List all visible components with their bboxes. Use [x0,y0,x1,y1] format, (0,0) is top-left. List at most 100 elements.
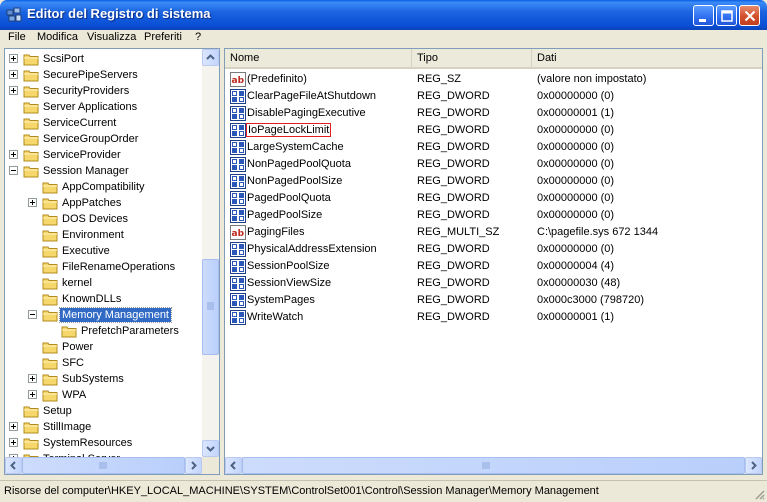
binary-value-icon [230,89,246,104]
tree-item[interactable]: ServiceCurrent [5,115,202,131]
scroll-up-button[interactable] [202,49,219,66]
column-header-type[interactable]: Tipo [412,49,532,67]
tree-item[interactable]: StillImage [5,419,202,435]
expand-icon[interactable] [9,70,18,79]
menu-help[interactable]: ? [195,31,201,43]
expand-icon[interactable] [28,374,37,383]
tree-item[interactable]: Environment [5,227,202,243]
tree-item[interactable]: SFC [5,355,202,371]
tree-horizontal-scrollbar[interactable] [5,457,202,474]
binary-value-icon [230,174,246,189]
title-bar[interactable]: Editor del Registro di sistema [0,0,767,30]
value-type: REG_DWORD [417,90,490,102]
value-row[interactable]: IoPageLockLimit REG_DWORD 0x00000000 (0) [225,122,762,139]
tree-item-label: AppCompatibility [62,181,145,193]
expand-icon[interactable] [28,198,37,207]
value-name: SessionPoolSize [247,260,330,272]
tree-item[interactable]: SubSystems [5,371,202,387]
list-hscroll-thumb[interactable] [242,457,745,474]
tree-item[interactable]: ServiceGroupOrder [5,131,202,147]
tree-item[interactable]: DOS Devices [5,211,202,227]
tree-item[interactable]: Session Manager [5,163,202,179]
value-row[interactable]: WriteWatch REG_DWORD 0x00000001 (1) [225,309,762,326]
expand-icon[interactable] [9,150,18,159]
value-name: NonPagedPoolSize [247,175,343,187]
expand-icon[interactable] [9,438,18,447]
menu-visualizza[interactable]: Visualizza [87,31,136,43]
folder-icon [23,422,39,434]
scroll-left-button[interactable] [225,457,242,474]
collapse-icon[interactable] [28,310,37,319]
minimize-icon [699,19,706,22]
value-name: (Predefinito) [247,73,307,85]
value-row[interactable]: LargeSystemCache REG_DWORD 0x00000000 (0) [225,139,762,156]
column-header-name[interactable]: Nome [225,49,412,67]
tree-item[interactable]: AppCompatibility [5,179,202,195]
value-row[interactable]: SessionViewSize REG_DWORD 0x00000030 (48) [225,275,762,292]
value-row[interactable]: ab (Predefinito) REG_SZ (valore non imposta… [225,71,762,88]
value-row[interactable]: DisablePagingExecutive REG_DWORD 0x0000000… [225,105,762,122]
scroll-down-button[interactable] [202,440,219,457]
tree-scroll-thumb[interactable] [202,259,219,355]
binary-value-icon [230,242,246,257]
tree-item-label: SystemResources [43,437,133,449]
tree-item[interactable]: PrefetchParameters [5,323,202,339]
tree-item[interactable]: WPA [5,387,202,403]
value-data: 0x00000000 (0) [537,209,615,221]
minimize-button[interactable] [693,5,714,26]
tree-item[interactable]: Power [5,339,202,355]
value-row[interactable]: PagedPoolSize REG_DWORD 0x00000000 (0) [225,207,762,224]
tree-item[interactable]: ServiceProvider [5,147,202,163]
tree-item[interactable]: SecurityProviders [5,83,202,99]
expand-icon[interactable] [9,54,18,63]
tree-item[interactable]: SystemResources [5,435,202,451]
value-row[interactable]: NonPagedPoolQuota REG_DWORD 0x00000000 (0) [225,156,762,173]
tree-hscroll-thumb[interactable] [22,457,185,474]
tree-item[interactable]: FileRenameOperations [5,259,202,275]
menu-modifica[interactable]: Modifica [37,31,78,43]
close-button[interactable] [739,5,760,26]
scroll-left-button[interactable] [5,457,22,474]
key-tree-pane[interactable]: ScsiPort SecurePipeServers SecurityProvide… [4,48,220,475]
tree-item[interactable]: Server Applications [5,99,202,115]
tree-item[interactable]: KnownDLLs [5,291,202,307]
value-data: 0x00000000 (0) [537,243,615,255]
expand-icon[interactable] [28,390,37,399]
values-list-pane[interactable]: Nome Tipo Dati ab (Predefinito) REG_SZ (val… [224,48,763,475]
menu-file[interactable]: File [8,31,26,43]
value-row[interactable]: PhysicalAddressExtension REG_DWORD 0x00000… [225,241,762,258]
value-data: 0x00000030 (48) [537,277,621,289]
value-type: REG_DWORD [417,141,490,153]
value-row[interactable]: SystemPages REG_DWORD 0x000c3000 (798720) [225,292,762,309]
tree-item[interactable]: Setup [5,403,202,419]
menu-preferiti[interactable]: Preferiti [144,31,182,43]
expand-icon[interactable] [9,86,18,95]
value-row[interactable]: ClearPageFileAtShutdown REG_DWORD 0x000000… [225,88,762,105]
value-name-edit-field[interactable]: IoPageLockLimit [246,123,332,137]
collapse-icon[interactable] [9,166,18,175]
tree-item[interactable]: Memory Management [5,307,202,323]
value-row[interactable]: PagedPoolQuota REG_DWORD 0x00000000 (0) [225,190,762,207]
value-row[interactable]: ab PagingFiles REG_MULTI_SZ C:\pagefile.sys… [225,224,762,241]
svg-text:ab: ab [232,76,245,86]
scroll-right-button[interactable] [185,457,202,474]
maximize-button[interactable] [716,5,737,26]
tree-item[interactable]: Executive [5,243,202,259]
status-bar: Risorse del computer\HKEY_LOCAL_MACHINE\… [0,480,767,502]
tree-item[interactable]: AppPatches [5,195,202,211]
tree-vertical-scrollbar[interactable] [202,49,219,457]
tree-item[interactable]: kernel [5,275,202,291]
value-data: (valore non impostato) [537,73,647,85]
column-header-data[interactable]: Dati [532,49,762,67]
tree-item[interactable]: SecurePipeServers [5,67,202,83]
list-horizontal-scrollbar[interactable] [225,457,762,474]
value-row[interactable]: SessionPoolSize REG_DWORD 0x00000004 (4) [225,258,762,275]
value-row[interactable]: NonPagedPoolSize REG_DWORD 0x00000000 (0) [225,173,762,190]
expand-icon[interactable] [9,422,18,431]
chevron-left-icon [10,461,16,470]
scroll-right-button[interactable] [745,457,762,474]
resize-grip-icon[interactable] [753,488,765,500]
tree-item[interactable]: ScsiPort [5,51,202,67]
folder-icon [23,406,39,418]
value-type: REG_DWORD [417,277,490,289]
